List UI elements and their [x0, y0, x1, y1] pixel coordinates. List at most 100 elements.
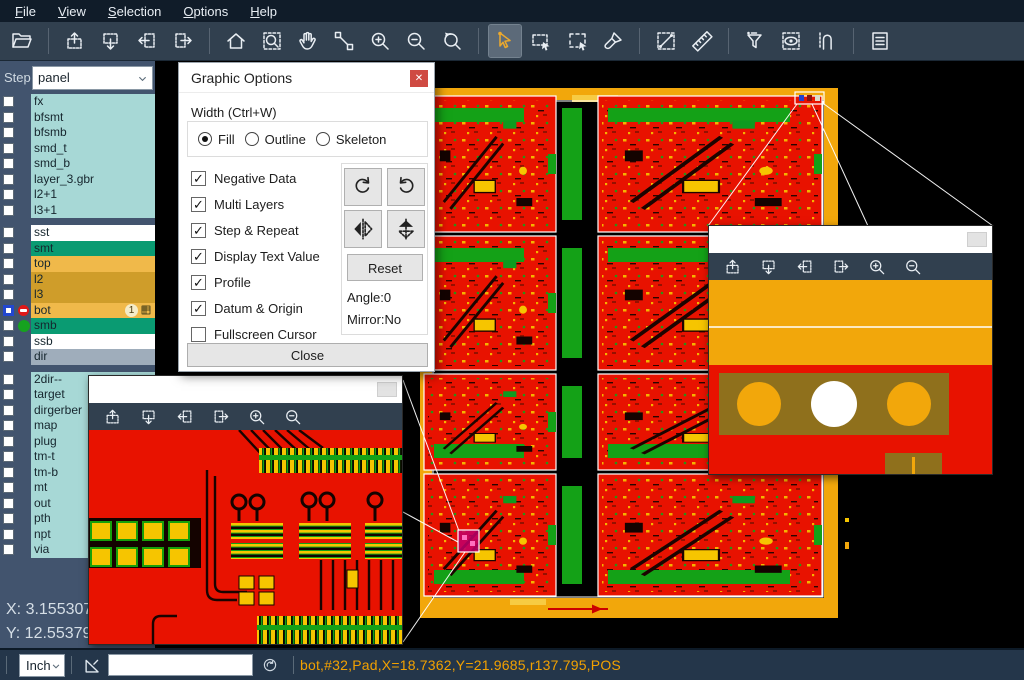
checkbox-profile[interactable]: ✓Profile — [191, 269, 320, 295]
dialog-title-bar[interactable]: Graphic Options ✕ — [179, 63, 434, 93]
select-group-button[interactable] — [561, 25, 593, 57]
layer-checkbox[interactable] — [3, 420, 14, 431]
layer-checkbox[interactable] — [3, 189, 14, 200]
layer-row-l3+1[interactable]: l3+1 — [0, 203, 155, 219]
layer-checkbox[interactable] — [3, 158, 14, 169]
zoom-out-button[interactable] — [900, 255, 926, 279]
open-folder-button[interactable] — [6, 25, 38, 57]
layer-checkbox[interactable] — [3, 405, 14, 416]
layer-row-smt[interactable]: smt — [0, 241, 155, 257]
layer-row-bot[interactable]: bot1 — [0, 303, 155, 319]
layer-checkbox[interactable] — [3, 143, 14, 154]
checkbox-multi-layers[interactable]: ✓Multi Layers — [191, 191, 320, 217]
layer-checkbox[interactable] — [3, 482, 14, 493]
magnifier-title-bar[interactable] — [709, 226, 992, 253]
window-button[interactable] — [377, 382, 397, 397]
select-cursor-button[interactable] — [489, 25, 521, 57]
menu-file[interactable]: File — [4, 2, 47, 21]
layer-row-l2+1[interactable]: l2+1 — [0, 187, 155, 203]
zoom-window-button[interactable] — [256, 25, 288, 57]
zoom-out-button[interactable] — [400, 25, 432, 57]
layer-row-smb[interactable]: smb — [0, 318, 155, 334]
layer-checkbox[interactable] — [3, 289, 14, 300]
pan-down-button[interactable] — [95, 25, 127, 57]
layer-checkbox[interactable] — [3, 274, 14, 285]
layer-row-smd_t[interactable]: smd_t — [0, 141, 155, 157]
snap-button[interactable] — [811, 25, 843, 57]
layer-checkbox[interactable] — [3, 205, 14, 216]
close-button[interactable]: Close — [187, 343, 428, 367]
layer-checkbox[interactable] — [3, 112, 14, 123]
menu-help[interactable]: Help — [239, 2, 288, 21]
zoom-previous-button[interactable] — [436, 25, 468, 57]
layer-row-top[interactable]: top — [0, 256, 155, 272]
flip-vertical-button[interactable] — [387, 210, 425, 248]
layer-checkbox[interactable] — [3, 305, 14, 316]
layer-checkbox[interactable] — [3, 389, 14, 400]
menu-selection[interactable]: Selection — [97, 2, 172, 21]
brush-button[interactable] — [597, 25, 629, 57]
layer-checkbox[interactable] — [3, 374, 14, 385]
step-select[interactable]: panel — [32, 66, 153, 90]
layer-row-bfsmb[interactable]: bfsmb — [0, 125, 155, 141]
close-icon[interactable]: ✕ — [410, 70, 428, 87]
pan-up-button[interactable] — [100, 405, 126, 429]
layer-checkbox[interactable] — [3, 351, 14, 362]
layer-row-layer_3.gbr[interactable]: layer_3.gbr — [0, 172, 155, 188]
command-input[interactable] — [108, 654, 253, 676]
layer-checkbox[interactable] — [3, 436, 14, 447]
pan-hand-button[interactable] — [292, 25, 324, 57]
radio-fill[interactable]: Fill — [198, 132, 235, 147]
layer-row-ssb[interactable]: ssb — [0, 334, 155, 350]
layer-checkbox[interactable] — [3, 96, 14, 107]
checkbox-datum-origin[interactable]: ✓Datum & Origin — [191, 295, 320, 321]
layer-checkbox[interactable] — [3, 544, 14, 555]
layer-row-fx[interactable]: fx — [0, 94, 155, 110]
pan-left-button[interactable] — [172, 405, 198, 429]
magnifier-view[interactable] — [709, 280, 992, 474]
rotate-cw-button[interactable] — [344, 168, 382, 206]
pan-up-button[interactable] — [59, 25, 91, 57]
checkbox-negative-data[interactable]: ✓Negative Data — [191, 165, 320, 191]
ruler-button[interactable] — [686, 25, 718, 57]
menu-options[interactable]: Options — [172, 2, 239, 21]
checkbox-display-text-value[interactable]: ✓Display Text Value — [191, 243, 320, 269]
layer-checkbox[interactable] — [3, 336, 14, 347]
measure-diagonal-button[interactable] — [650, 25, 682, 57]
layer-row-l3[interactable]: l3 — [0, 287, 155, 303]
layer-row-smd_b[interactable]: smd_b — [0, 156, 155, 172]
pan-down-button[interactable] — [136, 405, 162, 429]
checkbox-step-repeat[interactable]: ✓Step & Repeat — [191, 217, 320, 243]
layer-checkbox[interactable] — [3, 529, 14, 540]
radio-skeleton[interactable]: Skeleton — [316, 132, 387, 147]
magnifier-view[interactable] — [89, 430, 402, 644]
pan-left-button[interactable] — [792, 255, 818, 279]
view-box-button[interactable] — [775, 25, 807, 57]
zoom-in-button[interactable] — [864, 255, 890, 279]
layer-row-l2[interactable]: l2 — [0, 272, 155, 288]
layer-checkbox[interactable] — [3, 258, 14, 269]
magnifier-title-bar[interactable] — [89, 376, 402, 403]
pan-up-button[interactable] — [720, 255, 746, 279]
select-rect-button[interactable] — [525, 25, 557, 57]
layer-list-button[interactable] — [864, 25, 896, 57]
pan-right-button[interactable] — [167, 25, 199, 57]
layer-row-bfsmt[interactable]: bfsmt — [0, 110, 155, 126]
layer-row-dir[interactable]: dir — [0, 349, 155, 365]
zoom-in-button[interactable] — [244, 405, 270, 429]
pan-right-button[interactable] — [828, 255, 854, 279]
zoom-in-button[interactable] — [364, 25, 396, 57]
window-button[interactable] — [967, 232, 987, 247]
zoom-out-button[interactable] — [280, 405, 306, 429]
layer-checkbox[interactable] — [3, 498, 14, 509]
layer-checkbox[interactable] — [3, 243, 14, 254]
radio-outline[interactable]: Outline — [245, 132, 306, 147]
filter-button[interactable] — [739, 25, 771, 57]
menu-view[interactable]: View — [47, 2, 97, 21]
rotate-ccw-button[interactable] — [387, 168, 425, 206]
reset-button[interactable]: Reset — [347, 254, 423, 281]
measure-point-button[interactable] — [328, 25, 360, 57]
layer-checkbox[interactable] — [3, 227, 14, 238]
home-button[interactable] — [220, 25, 252, 57]
angle-tool-icon[interactable] — [82, 654, 104, 676]
